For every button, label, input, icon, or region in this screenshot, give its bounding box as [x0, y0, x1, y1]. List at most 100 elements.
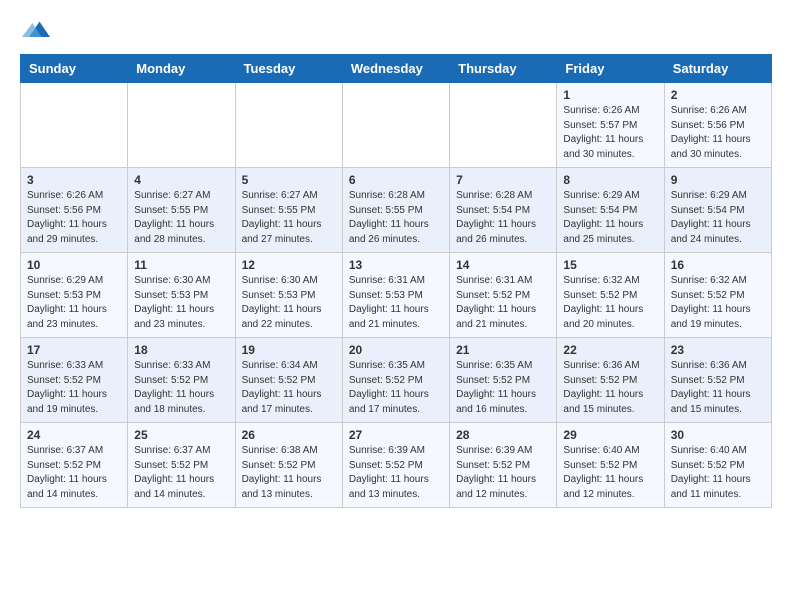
day-number: 1 — [563, 88, 657, 102]
day-info: Sunrise: 6:32 AM Sunset: 5:52 PM Dayligh… — [671, 274, 765, 332]
day-info: Sunrise: 6:39 AM Sunset: 5:52 PM Dayligh… — [456, 444, 550, 502]
day-info: Sunrise: 6:29 AM Sunset: 5:54 PM Dayligh… — [671, 189, 765, 247]
day-info: Sunrise: 6:40 AM Sunset: 5:52 PM Dayligh… — [563, 444, 657, 502]
weekday-header-sunday: Sunday — [21, 55, 128, 83]
day-info: Sunrise: 6:31 AM Sunset: 5:53 PM Dayligh… — [349, 274, 443, 332]
calendar-cell: 21 Sunrise: 6:35 AM Sunset: 5:52 PM Dayli… — [450, 338, 557, 423]
calendar-cell: 24 Sunrise: 6:37 AM Sunset: 5:52 PM Dayli… — [21, 423, 128, 508]
day-info: Sunrise: 6:37 AM Sunset: 5:52 PM Dayligh… — [134, 444, 228, 502]
weekday-header-friday: Friday — [557, 55, 664, 83]
calendar-week-5: 24 Sunrise: 6:37 AM Sunset: 5:52 PM Dayli… — [21, 423, 772, 508]
day-number: 8 — [563, 173, 657, 187]
calendar-cell: 26 Sunrise: 6:38 AM Sunset: 5:52 PM Dayli… — [235, 423, 342, 508]
calendar-cell — [342, 83, 449, 168]
calendar-table: SundayMondayTuesdayWednesdayThursdayFrid… — [20, 54, 772, 508]
day-number: 21 — [456, 343, 550, 357]
day-info: Sunrise: 6:26 AM Sunset: 5:56 PM Dayligh… — [671, 104, 765, 162]
day-info: Sunrise: 6:35 AM Sunset: 5:52 PM Dayligh… — [349, 359, 443, 417]
weekday-header-saturday: Saturday — [664, 55, 771, 83]
day-number: 12 — [242, 258, 336, 272]
calendar-cell: 28 Sunrise: 6:39 AM Sunset: 5:52 PM Dayli… — [450, 423, 557, 508]
calendar-cell: 18 Sunrise: 6:33 AM Sunset: 5:52 PM Dayli… — [128, 338, 235, 423]
day-info: Sunrise: 6:37 AM Sunset: 5:52 PM Dayligh… — [27, 444, 121, 502]
calendar-cell: 7Sunrise: 6:28 AM Sunset: 5:54 PM Daylig… — [450, 168, 557, 253]
calendar-cell: 10 Sunrise: 6:29 AM Sunset: 5:53 PM Dayli… — [21, 253, 128, 338]
logo — [20, 16, 50, 44]
calendar-cell — [21, 83, 128, 168]
day-number: 27 — [349, 428, 443, 442]
calendar-cell: 2 Sunrise: 6:26 AM Sunset: 5:56 PM Daylig… — [664, 83, 771, 168]
day-info: Sunrise: 6:38 AM Sunset: 5:52 PM Dayligh… — [242, 444, 336, 502]
day-number: 23 — [671, 343, 765, 357]
day-info: Sunrise: 6:35 AM Sunset: 5:52 PM Dayligh… — [456, 359, 550, 417]
logo-icon — [22, 16, 50, 44]
weekday-header-thursday: Thursday — [450, 55, 557, 83]
day-number: 13 — [349, 258, 443, 272]
day-info: Sunrise: 6:32 AM Sunset: 5:52 PM Dayligh… — [563, 274, 657, 332]
day-number: 25 — [134, 428, 228, 442]
calendar-cell: 12 Sunrise: 6:30 AM Sunset: 5:53 PM Dayli… — [235, 253, 342, 338]
day-number: 6 — [349, 173, 443, 187]
logo-area — [20, 16, 50, 44]
day-info: Sunrise: 6:30 AM Sunset: 5:53 PM Dayligh… — [134, 274, 228, 332]
calendar-cell: 30Sunrise: 6:40 AM Sunset: 5:52 PM Dayli… — [664, 423, 771, 508]
calendar-week-4: 17 Sunrise: 6:33 AM Sunset: 5:52 PM Dayli… — [21, 338, 772, 423]
calendar-cell — [450, 83, 557, 168]
day-number: 10 — [27, 258, 121, 272]
day-info: Sunrise: 6:33 AM Sunset: 5:52 PM Dayligh… — [27, 359, 121, 417]
calendar-cell: 20 Sunrise: 6:35 AM Sunset: 5:52 PM Dayli… — [342, 338, 449, 423]
calendar-cell: 25 Sunrise: 6:37 AM Sunset: 5:52 PM Dayli… — [128, 423, 235, 508]
day-number: 4 — [134, 173, 228, 187]
day-number: 19 — [242, 343, 336, 357]
day-info: Sunrise: 6:26 AM Sunset: 5:57 PM Dayligh… — [563, 104, 657, 162]
header — [20, 16, 772, 44]
day-info: Sunrise: 6:29 AM Sunset: 5:54 PM Dayligh… — [563, 189, 657, 247]
calendar-cell — [128, 83, 235, 168]
calendar-cell: 9 Sunrise: 6:29 AM Sunset: 5:54 PM Daylig… — [664, 168, 771, 253]
calendar-cell: 15Sunrise: 6:32 AM Sunset: 5:52 PM Dayli… — [557, 253, 664, 338]
calendar-cell: 6Sunrise: 6:28 AM Sunset: 5:55 PM Daylig… — [342, 168, 449, 253]
day-number: 29 — [563, 428, 657, 442]
calendar-cell: 23 Sunrise: 6:36 AM Sunset: 5:52 PM Dayli… — [664, 338, 771, 423]
day-info: Sunrise: 6:36 AM Sunset: 5:52 PM Dayligh… — [563, 359, 657, 417]
day-info: Sunrise: 6:30 AM Sunset: 5:53 PM Dayligh… — [242, 274, 336, 332]
day-info: Sunrise: 6:36 AM Sunset: 5:52 PM Dayligh… — [671, 359, 765, 417]
calendar-cell: 1 Sunrise: 6:26 AM Sunset: 5:57 PM Daylig… — [557, 83, 664, 168]
calendar-cell: 17 Sunrise: 6:33 AM Sunset: 5:52 PM Dayli… — [21, 338, 128, 423]
day-number: 11 — [134, 258, 228, 272]
calendar-cell — [235, 83, 342, 168]
calendar-cell: 16 Sunrise: 6:32 AM Sunset: 5:52 PM Dayli… — [664, 253, 771, 338]
day-number: 9 — [671, 173, 765, 187]
day-number: 28 — [456, 428, 550, 442]
calendar-cell: 22 Sunrise: 6:36 AM Sunset: 5:52 PM Dayli… — [557, 338, 664, 423]
calendar-cell: 27 Sunrise: 6:39 AM Sunset: 5:52 PM Dayli… — [342, 423, 449, 508]
calendar-cell: 8 Sunrise: 6:29 AM Sunset: 5:54 PM Daylig… — [557, 168, 664, 253]
calendar-cell: 3Sunrise: 6:26 AM Sunset: 5:56 PM Daylig… — [21, 168, 128, 253]
day-number: 24 — [27, 428, 121, 442]
day-number: 20 — [349, 343, 443, 357]
day-info: Sunrise: 6:29 AM Sunset: 5:53 PM Dayligh… — [27, 274, 121, 332]
day-info: Sunrise: 6:31 AM Sunset: 5:52 PM Dayligh… — [456, 274, 550, 332]
calendar-cell: 14Sunrise: 6:31 AM Sunset: 5:52 PM Dayli… — [450, 253, 557, 338]
day-info: Sunrise: 6:33 AM Sunset: 5:52 PM Dayligh… — [134, 359, 228, 417]
day-number: 26 — [242, 428, 336, 442]
calendar-week-3: 10 Sunrise: 6:29 AM Sunset: 5:53 PM Dayli… — [21, 253, 772, 338]
day-number: 16 — [671, 258, 765, 272]
weekday-header-row: SundayMondayTuesdayWednesdayThursdayFrid… — [21, 55, 772, 83]
day-info: Sunrise: 6:28 AM Sunset: 5:54 PM Dayligh… — [456, 189, 550, 247]
calendar-week-2: 3Sunrise: 6:26 AM Sunset: 5:56 PM Daylig… — [21, 168, 772, 253]
day-number: 2 — [671, 88, 765, 102]
day-number: 30 — [671, 428, 765, 442]
calendar-cell: 5Sunrise: 6:27 AM Sunset: 5:55 PM Daylig… — [235, 168, 342, 253]
calendar-cell: 29 Sunrise: 6:40 AM Sunset: 5:52 PM Dayli… — [557, 423, 664, 508]
day-number: 22 — [563, 343, 657, 357]
calendar-cell: 11 Sunrise: 6:30 AM Sunset: 5:53 PM Dayli… — [128, 253, 235, 338]
weekday-header-monday: Monday — [128, 55, 235, 83]
page: SundayMondayTuesdayWednesdayThursdayFrid… — [0, 0, 792, 524]
day-number: 18 — [134, 343, 228, 357]
day-number: 17 — [27, 343, 121, 357]
calendar-cell: 19Sunrise: 6:34 AM Sunset: 5:52 PM Dayli… — [235, 338, 342, 423]
calendar-week-1: 1 Sunrise: 6:26 AM Sunset: 5:57 PM Daylig… — [21, 83, 772, 168]
day-info: Sunrise: 6:39 AM Sunset: 5:52 PM Dayligh… — [349, 444, 443, 502]
day-number: 3 — [27, 173, 121, 187]
